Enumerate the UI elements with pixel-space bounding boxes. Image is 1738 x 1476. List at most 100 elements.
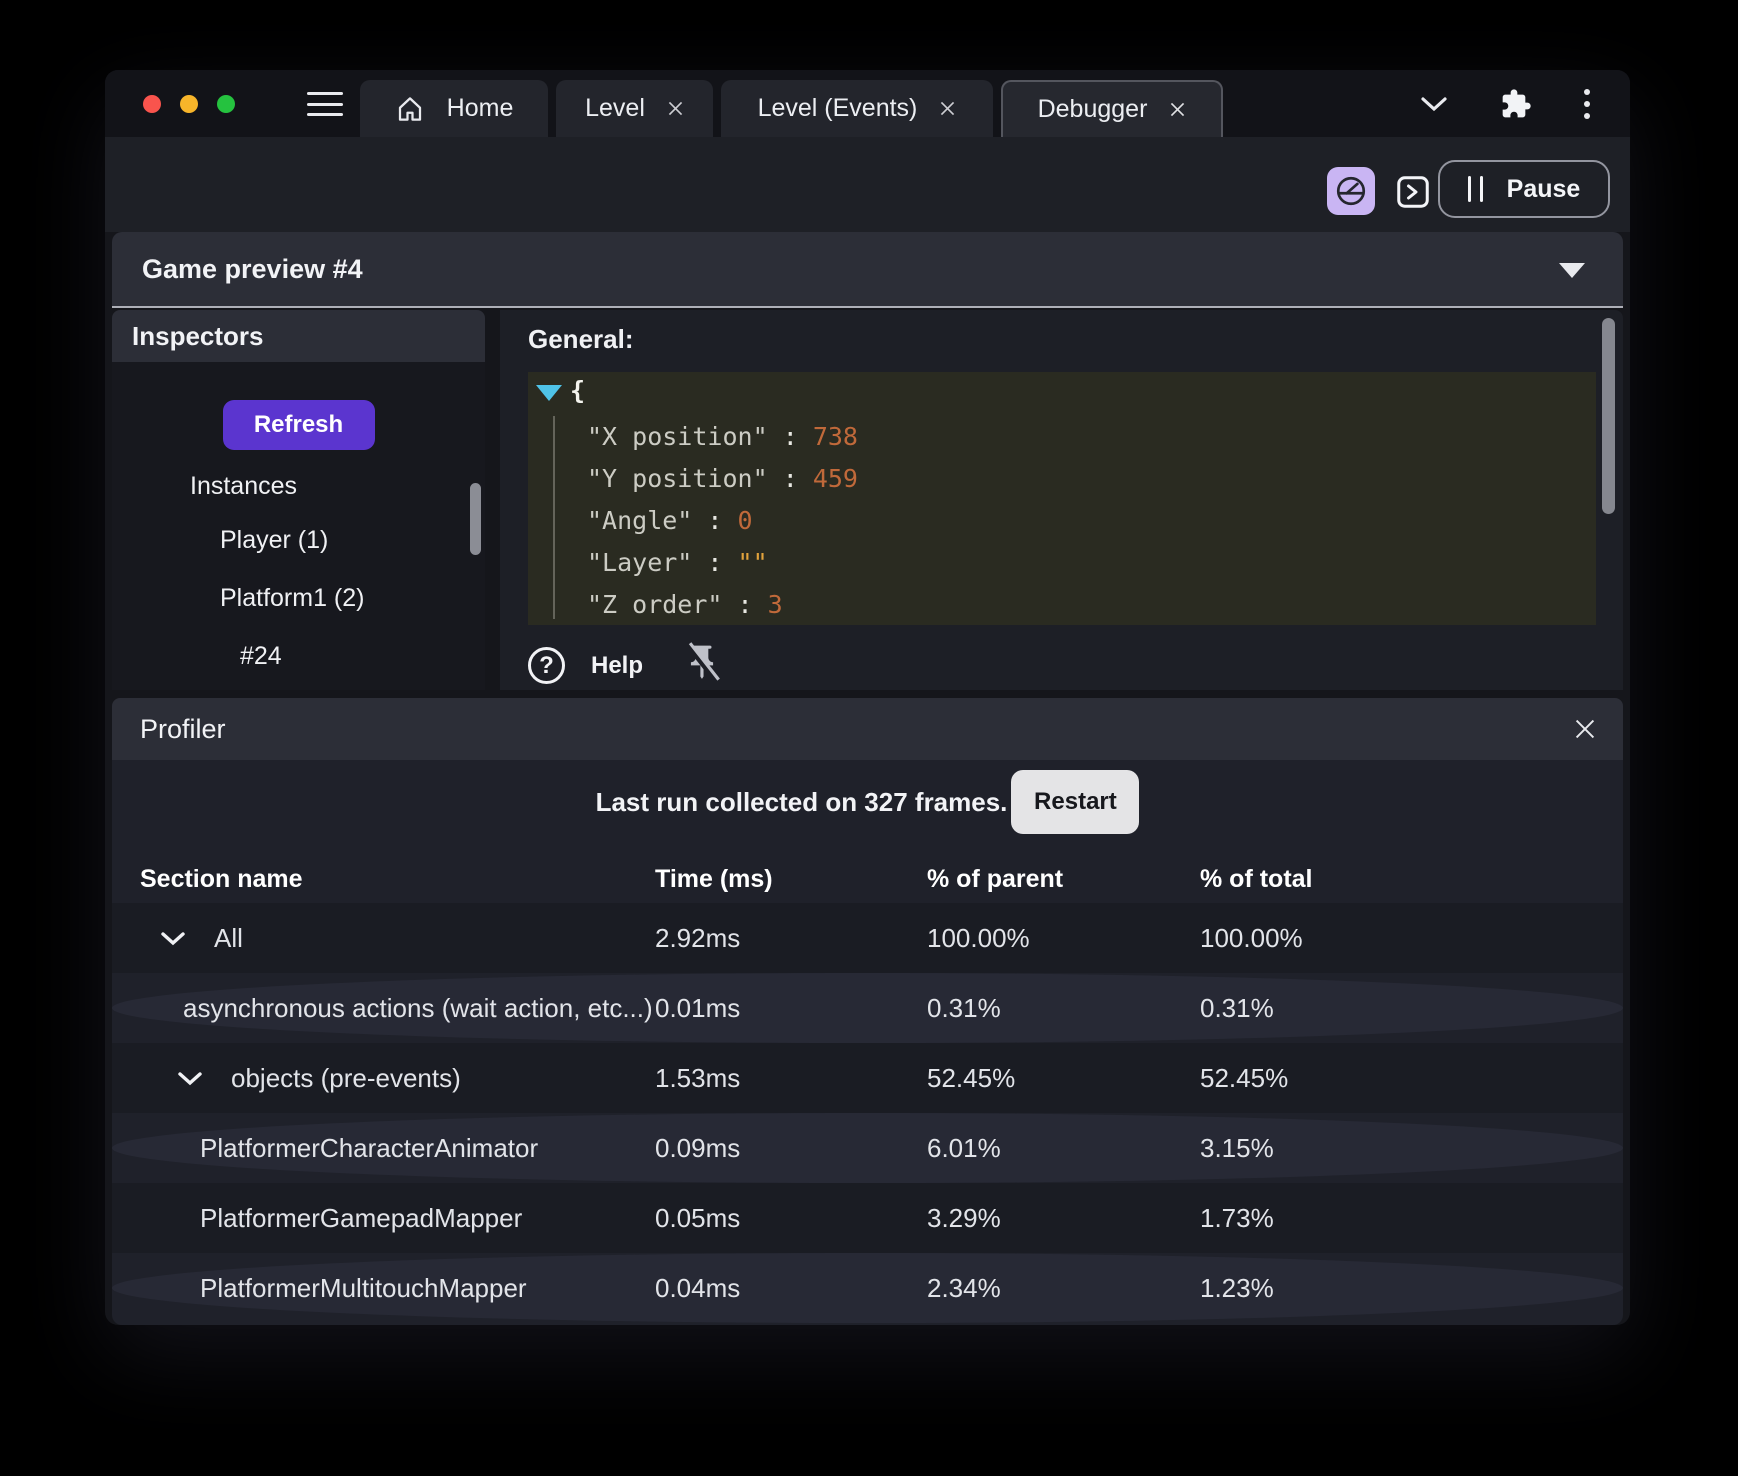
row-time: 2.92ms <box>655 922 741 953</box>
tab-label: Home <box>446 94 514 122</box>
row-section-name: PlatformerMultitouchMapper <box>200 1272 527 1303</box>
tab-home[interactable]: Home <box>360 80 548 137</box>
json-collapse-caret-icon[interactable] <box>536 385 562 401</box>
tree-item-instance-24[interactable]: #24 <box>240 642 282 671</box>
column-header-pct-total: % of total <box>1200 864 1313 893</box>
row-pct-total: 52.45% <box>1200 1062 1289 1093</box>
profiler-table-header: Section name Time (ms) % of parent % of … <box>112 856 1623 902</box>
row-time: 0.05ms <box>655 1202 741 1233</box>
debugger-window: Home Level Level (Events) Debugger Pause… <box>105 70 1630 1325</box>
inspectors-scrollbar-thumb[interactable] <box>470 483 481 555</box>
tabbar-actions <box>1420 70 1630 137</box>
tab-close-icon[interactable] <box>1169 101 1186 118</box>
row-section-name: PlatformerCharacterAnimator <box>200 1132 539 1163</box>
tab-debugger[interactable]: Debugger <box>1001 80 1223 137</box>
json-line-y-position: "Y position" : 459 <box>587 464 858 493</box>
profiler-panel: Profiler Last run collected on 327 frame… <box>112 698 1623 1325</box>
table-row-all[interactable]: All 2.92ms 100.00% 100.00% <box>112 903 1623 973</box>
tab-level[interactable]: Level <box>556 80 713 137</box>
help-row: ? Help <box>528 642 721 689</box>
hamburger-menu-button[interactable] <box>307 92 343 116</box>
row-pct-parent: 0.31% <box>927 992 1001 1023</box>
profiler-close-icon[interactable] <box>1573 717 1597 746</box>
row-expand-chevron-icon[interactable] <box>177 1071 203 1086</box>
row-section-name: asynchronous actions (wait action, etc..… <box>183 992 653 1023</box>
table-row-multitouch-mapper: PlatformerMultitouchMapper 0.04ms 2.34% … <box>112 1253 1623 1323</box>
window-close-button[interactable] <box>143 95 161 113</box>
table-row-character-animator: PlatformerCharacterAnimator 0.09ms 6.01%… <box>112 1113 1623 1183</box>
row-pct-parent: 52.45% <box>927 1062 1016 1093</box>
json-property-viewer: { "X position" : 738 "Y position" : 459 … <box>528 372 1596 625</box>
row-section-name: All <box>214 922 243 953</box>
refresh-button[interactable]: Refresh <box>222 400 375 450</box>
row-section-name: PlatformerGamepadMapper <box>200 1202 523 1233</box>
json-line-x-position: "X position" : 738 <box>587 422 858 451</box>
profiler-title: Profiler <box>140 713 226 744</box>
row-pct-parent: 2.34% <box>927 1272 1001 1303</box>
json-line-z-order: "Z order" : 3 <box>587 590 783 619</box>
row-pct-total: 100.00% <box>1200 922 1303 953</box>
chevron-down-icon[interactable] <box>1420 96 1448 112</box>
console-button[interactable] <box>1395 174 1431 210</box>
tab-label: Level <box>585 94 645 122</box>
kebab-menu-icon[interactable] <box>1584 88 1590 119</box>
debugger-toolbar: Pause <box>105 137 1630 232</box>
pause-button[interactable]: Pause <box>1438 160 1610 218</box>
row-pct-parent: 3.29% <box>927 1202 1001 1233</box>
restart-button[interactable]: Restart <box>1011 770 1140 834</box>
row-pct-total: 1.23% <box>1200 1272 1274 1303</box>
tab-close-icon[interactable] <box>667 100 684 117</box>
profiler-toggle-button[interactable] <box>1327 167 1375 215</box>
row-time: 1.53ms <box>655 1062 741 1093</box>
profiler-body: Last run collected on 327 frames. Restar… <box>112 760 1623 1325</box>
pause-icon <box>1467 176 1483 202</box>
tab-level-events[interactable]: Level (Events) <box>721 80 993 137</box>
column-header-time: Time (ms) <box>655 864 773 893</box>
profiler-header: Profiler <box>112 698 1623 760</box>
help-icon[interactable]: ? <box>528 647 565 684</box>
column-header-section-name: Section name <box>140 864 303 893</box>
table-row-objects-pre-events[interactable]: objects (pre-events) 1.53ms 52.45% 52.45… <box>112 1043 1623 1113</box>
inspectors-header: Inspectors <box>112 310 485 362</box>
tree-item-platform1[interactable]: Platform1 (2) <box>220 584 364 613</box>
tab-bar: Home Level Level (Events) Debugger <box>105 70 1630 137</box>
desktop-background: { "window": { "tabs": [ { "label": "Home… <box>0 0 1738 1476</box>
general-scrollbar-thumb[interactable] <box>1602 318 1615 514</box>
row-pct-total: 1.73% <box>1200 1202 1274 1233</box>
window-zoom-button[interactable] <box>217 95 235 113</box>
general-title: General: <box>528 324 634 354</box>
home-icon <box>398 96 421 121</box>
row-time: 0.01ms <box>655 992 741 1023</box>
help-label: Help <box>591 651 644 679</box>
profiler-status-text: Last run collected on 327 frames. <box>595 786 1008 817</box>
collapse-caret-icon <box>1559 263 1585 278</box>
game-preview-header[interactable]: Game preview #4 <box>112 232 1623 308</box>
json-line-angle: "Angle" : 0 <box>587 506 753 535</box>
extensions-puzzle-icon[interactable] <box>1500 88 1532 120</box>
profiler-status-row: Last run collected on 327 frames. Restar… <box>112 766 1623 838</box>
table-row-gamepad-mapper: PlatformerGamepadMapper 0.05ms 3.29% 1.7… <box>112 1183 1623 1253</box>
tab-close-icon[interactable] <box>939 100 956 117</box>
json-line-layer: "Layer" : "" <box>587 548 768 577</box>
traffic-lights <box>143 95 235 113</box>
row-time: 0.09ms <box>655 1132 741 1163</box>
row-expand-chevron-icon[interactable] <box>160 931 186 946</box>
json-lines: "X position" : 738 "Y position" : 459 "A… <box>553 416 1493 619</box>
gauge-icon <box>1336 176 1366 206</box>
window-minimize-button[interactable] <box>180 95 198 113</box>
pin-disabled-icon[interactable] <box>683 642 721 689</box>
general-panel: General: { "X position" : 738 "Y positio… <box>500 310 1623 690</box>
pause-label: Pause <box>1506 174 1581 203</box>
row-time: 0.04ms <box>655 1272 741 1303</box>
inspectors-title: Inspectors <box>132 320 264 351</box>
tab-label: Level (Events) <box>757 94 918 122</box>
row-pct-parent: 6.01% <box>927 1132 1001 1163</box>
tree-item-instances[interactable]: Instances <box>190 472 297 501</box>
tab-label: Debugger <box>1037 95 1148 123</box>
row-pct-total: 3.15% <box>1200 1132 1274 1163</box>
inspectors-panel: Inspectors Refresh Instances Player (1) … <box>112 310 485 690</box>
profiler-table-rows: All 2.92ms 100.00% 100.00% asynchronous … <box>112 903 1623 1323</box>
tree-item-player[interactable]: Player (1) <box>220 526 328 555</box>
inspectors-tree: Refresh Instances Player (1) Platform1 (… <box>112 362 485 690</box>
row-pct-total: 0.31% <box>1200 992 1274 1023</box>
